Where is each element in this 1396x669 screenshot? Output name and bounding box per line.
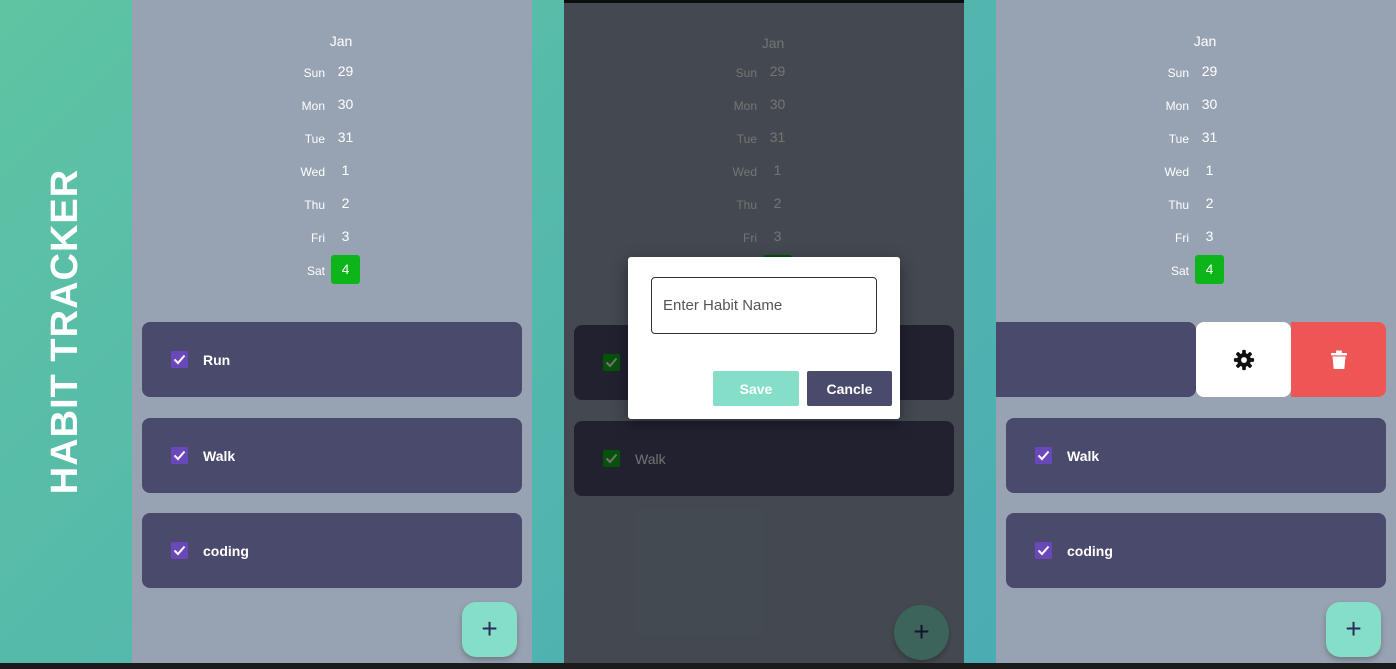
habit-checkbox[interactable] [171,351,188,368]
habit-checkbox[interactable] [1035,447,1052,464]
check-icon [173,545,186,556]
day-number[interactable]: 1 [1195,159,1224,188]
day-name: Tue [304,132,325,146]
cancel-button[interactable]: Cancle [807,371,892,406]
calendar-month: Jan [1193,33,1217,49]
calendar-day-selected[interactable]: Sat 4 [996,255,1396,284]
bottom-system-bar [0,663,1396,669]
check-icon [173,354,186,365]
calendar-day-selected[interactable]: Sat 4 [132,255,532,284]
day-name: Tue [1168,132,1189,146]
calendar-day[interactable]: Wed 1 [132,159,532,183]
day-number[interactable]: 29 [1195,60,1224,89]
day-name: Wed [1164,165,1189,179]
calendar-day[interactable]: Wed 1 [996,159,1396,183]
habit-label: coding [1067,543,1113,559]
add-habit-button[interactable]: + [1326,602,1381,657]
day-name: Sun [1167,66,1189,80]
day-name: Thu [304,198,325,212]
day-name: Fri [311,231,325,245]
day-name: Sat [306,264,325,278]
habit-label: Walk [203,448,236,464]
day-number[interactable]: 3 [331,225,360,254]
gear-icon [1233,349,1254,370]
day-number[interactable]: 30 [1195,93,1224,122]
calendar-day[interactable]: Tue 31 [132,126,532,150]
day-name: Mon [301,99,325,113]
add-habit-dialog: Save Cancle [628,257,900,419]
save-button[interactable]: Save [713,371,799,406]
day-number[interactable]: 29 [331,60,360,89]
habit-card[interactable]: Run [142,322,522,397]
app-title: HABIT TRACKER [44,168,87,495]
calendar-day[interactable]: Sun 29 [996,60,1396,84]
check-icon [1037,450,1050,461]
day-name: Wed [300,165,325,179]
calendar-day[interactable]: Fri 3 [996,225,1396,249]
day-number[interactable]: 1 [331,159,360,188]
app-title-banner: HABIT TRACKER [0,0,132,663]
day-name: Sun [303,66,325,80]
habit-card[interactable]: coding [142,513,522,588]
habit-card[interactable]: coding [1006,513,1386,588]
day-name: Sat [1170,264,1189,278]
check-icon [1037,545,1050,556]
day-number[interactable]: 31 [1195,126,1224,155]
day-number[interactable]: 31 [331,126,360,155]
habit-checkbox[interactable] [1035,542,1052,559]
day-number-selected[interactable]: 4 [1195,255,1224,284]
habit-card[interactable]: Walk [1006,418,1386,493]
habit-name-input[interactable] [651,277,877,334]
calendar-day[interactable]: Sun 29 [132,60,532,84]
screen-main: Jan Sun 29 Mon 30 Tue 31 Wed 1 Thu 2 Fri… [132,0,532,663]
delete-action-button[interactable] [1291,322,1386,397]
habit-label: Walk [1067,448,1100,464]
habit-checkbox[interactable] [171,542,188,559]
calendar-day[interactable]: Mon 30 [132,93,532,117]
trash-icon [1330,350,1347,369]
day-name: Fri [1175,231,1189,245]
calendar-month: Jan [329,33,353,49]
habit-label: coding [203,543,249,559]
calendar-day[interactable]: Thu 2 [132,192,532,216]
day-number[interactable]: 3 [1195,225,1224,254]
day-name: Mon [1165,99,1189,113]
calendar-day[interactable]: Fri 3 [132,225,532,249]
habit-label: Run [203,352,231,368]
habit-card[interactable]: Walk [142,418,522,493]
settings-action-button[interactable] [1196,322,1291,397]
habit-card-swiped[interactable] [996,322,1196,397]
habit-checkbox[interactable] [171,447,188,464]
check-icon [173,450,186,461]
calendar-day[interactable]: Thu 2 [996,192,1396,216]
screen-add-dialog: Jan Sun 29 Mon 30 Tue 31 Wed 1 Thu 2 Fri… [564,0,964,663]
day-number[interactable]: 30 [331,93,360,122]
day-number-selected[interactable]: 4 [331,255,360,284]
screen-swipe-actions: Jan Sun 29 Mon 30 Tue 31 Wed 1 Thu 2 Fri… [996,0,1396,663]
day-name: Thu [1168,198,1189,212]
add-habit-button[interactable]: + [462,602,517,657]
day-number[interactable]: 2 [331,192,360,221]
day-number[interactable]: 2 [1195,192,1224,221]
calendar-day[interactable]: Mon 30 [996,93,1396,117]
calendar-day[interactable]: Tue 31 [996,126,1396,150]
